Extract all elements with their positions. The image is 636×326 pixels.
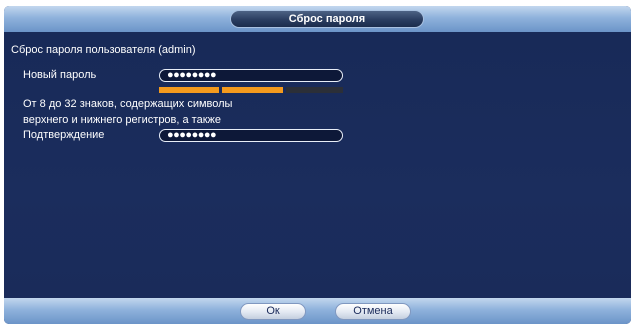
title-bar: Сброс пароля: [4, 6, 631, 32]
reset-password-dialog: Сброс пароля Сброс пароля пользователя (…: [4, 6, 631, 324]
strength-segment-1: [159, 87, 219, 93]
new-password-value: ●●●●●●●●: [167, 69, 217, 81]
password-hint-line-1: От 8 до 32 знаков, содержащих символы: [23, 98, 233, 110]
new-password-input[interactable]: ●●●●●●●●: [159, 69, 343, 82]
confirm-password-value: ●●●●●●●●: [167, 129, 217, 141]
dialog-content: Сброс пароля пользователя (admin) Новый …: [4, 32, 631, 298]
cancel-button[interactable]: Отмена: [335, 303, 411, 320]
password-hint-line-2: верхнего и нижнего регистров, а также: [23, 114, 221, 126]
ok-button[interactable]: Ок: [240, 303, 306, 320]
new-password-label: Новый пароль: [23, 69, 97, 81]
dialog-title: Сброс пароля: [230, 10, 424, 28]
confirm-password-label: Подтверждение: [23, 129, 105, 141]
user-reset-label: Сброс пароля пользователя (admin): [11, 44, 196, 56]
dialog-footer: Ок Отмена: [4, 298, 631, 324]
strength-segment-3: [286, 87, 343, 93]
strength-segment-2: [222, 87, 283, 93]
confirm-password-input[interactable]: ●●●●●●●●: [159, 129, 343, 142]
